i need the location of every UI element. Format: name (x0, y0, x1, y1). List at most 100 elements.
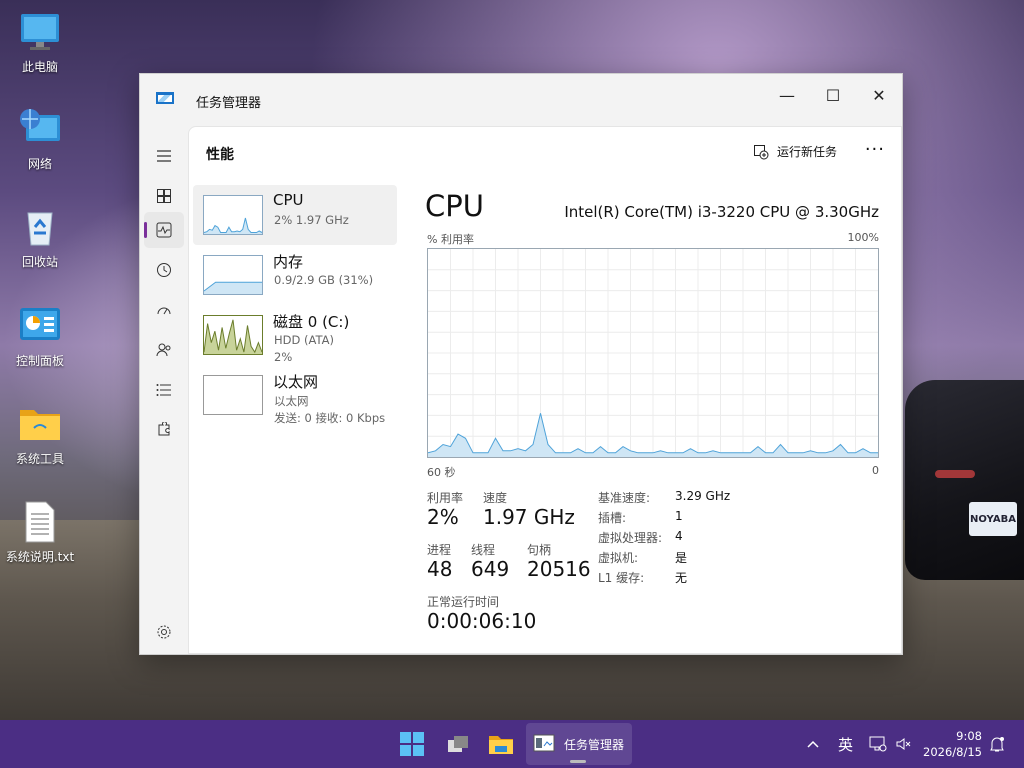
file-explorer-button[interactable] (487, 730, 515, 758)
virtual-processors-label: 虚拟处理器: (598, 531, 663, 545)
processes-value: 48 (427, 557, 453, 581)
chevron-up-icon (807, 740, 819, 748)
resource-name: CPU (273, 191, 304, 209)
performance-page: 性能 运行新任务 ··· CPU 2% 1.97 GHz 内存 0.9/2.9 … (188, 126, 902, 654)
clock-time: 9:08 (956, 729, 982, 743)
cpu-thumb-line (203, 217, 263, 233)
graph-y-label: % 利用率 (427, 233, 474, 246)
monitor-icon (18, 10, 62, 54)
gear-icon (157, 625, 171, 639)
taskbar-app-task-manager[interactable]: 任务管理器 (526, 723, 632, 765)
task-manager-app-icon (156, 92, 174, 104)
hamburger-menu-button[interactable] (144, 138, 184, 174)
recycle-bin-icon (18, 205, 62, 249)
resource-item-ethernet[interactable]: 以太网 以太网 发送: 0 接收: 0 Kbps (193, 365, 397, 425)
uptime-value: 0:00:06:10 (427, 609, 537, 633)
task-view-button[interactable] (444, 730, 472, 758)
folder-icon (18, 402, 62, 446)
page-title: 性能 (206, 147, 234, 163)
virtual-machine-label: 虚拟机: (598, 551, 639, 565)
resource-subtext-2: 发送: 0 接收: 0 Kbps (274, 411, 386, 425)
virtual-processors-value: 4 (675, 529, 683, 543)
nav-settings[interactable] (144, 614, 184, 650)
speed-value: 1.97 GHz (483, 505, 575, 529)
speaker-muted-icon (896, 738, 911, 750)
resource-name: 以太网 (273, 373, 319, 391)
processes-label: 进程 (427, 543, 452, 557)
task-manager-window: 任务管理器 — ☐ ✕ 性能 运行新任务 ··· CPU 2% 1.97 GHz… (139, 73, 903, 655)
desktop-icon-label: 网络 (27, 157, 52, 171)
desktop-icon-network[interactable]: 网络 (0, 107, 80, 172)
virtual-machine-value: 是 (675, 551, 688, 565)
resource-item-cpu[interactable]: CPU 2% 1.97 GHz (193, 185, 397, 245)
network-wired-icon (869, 736, 887, 752)
nav-performance[interactable] (144, 212, 184, 248)
minimize-button[interactable]: — (764, 80, 810, 110)
run-new-task-label: 运行新任务 (776, 145, 837, 159)
hamburger-icon (157, 150, 171, 162)
nav-processes[interactable] (144, 178, 184, 214)
windows-logo-tile (413, 732, 424, 743)
title-bar[interactable]: 任务管理器 — ☐ ✕ (140, 74, 902, 126)
graph-x-right-label: 0 (872, 464, 879, 477)
nav-details[interactable] (144, 372, 184, 408)
desktop-icon-control-panel[interactable]: 控制面板 (0, 304, 80, 369)
ethernet-thumbnail-graph (203, 375, 263, 415)
desktop-icon-recycle-bin[interactable]: 回收站 (0, 205, 80, 270)
desktop-icon-label: 此电脑 (21, 60, 58, 74)
cpu-detail-panel: CPU Intel(R) Core(TM) i3-3220 CPU @ 3.30… (425, 185, 879, 653)
cpu-utilization-graph (427, 248, 879, 458)
services-puzzle-icon (158, 422, 170, 436)
run-task-icon (753, 144, 769, 159)
detail-title: CPU (425, 189, 484, 223)
control-panel-icon (18, 304, 62, 348)
resource-subtext-2: 2% (274, 350, 293, 364)
volume-button[interactable] (895, 720, 911, 768)
windows-logo-tile (400, 745, 411, 756)
desktop-icon-system-tools[interactable]: 系统工具 (0, 402, 80, 467)
task-view-icon (448, 736, 468, 752)
notification-center-button[interactable] (988, 720, 1006, 768)
graph-y-max: 100% (847, 231, 879, 244)
resource-subtext: 2% 1.97 GHz (274, 213, 349, 227)
disk-thumbnail-graph (203, 315, 263, 355)
resource-item-memory[interactable]: 内存 0.9/2.9 GB (31%) (193, 245, 397, 305)
nav-users[interactable] (144, 332, 184, 368)
resource-subtext: 以太网 (274, 394, 309, 408)
more-options-button[interactable]: ··· (865, 139, 885, 160)
desktop-icon-this-pc[interactable]: 此电脑 (0, 10, 80, 75)
desktop-icon-label: 系统工具 (15, 452, 64, 466)
resource-name: 内存 (273, 253, 304, 271)
start-button[interactable] (400, 732, 424, 756)
threads-value: 649 (471, 557, 510, 581)
taskbar: 任务管理器 英 9:08 2026/8/15 (0, 720, 1024, 768)
nav-services[interactable] (144, 412, 184, 448)
running-indicator (570, 760, 586, 763)
desktop-icon-readme-txt[interactable]: 系统说明.txt (0, 500, 80, 565)
startup-gauge-icon (157, 307, 171, 315)
nav-startup-apps[interactable] (144, 292, 184, 328)
nav-app-history[interactable] (144, 252, 184, 288)
text-file-icon (18, 500, 62, 544)
show-hidden-icons-button[interactable] (806, 720, 820, 768)
car-taillight (935, 470, 975, 478)
resource-subtext: HDD (ATA) (274, 333, 334, 347)
ime-indicator[interactable]: 英 (838, 720, 853, 768)
cpu-thumbnail-graph (203, 195, 263, 235)
network-globe-icon (18, 107, 62, 151)
close-button[interactable]: ✕ (856, 80, 902, 110)
history-clock-icon (157, 263, 171, 277)
sockets-label: 插槽: (598, 511, 627, 525)
resource-item-disk[interactable]: 磁盘 0 (C:) HDD (ATA) 2% (193, 305, 397, 365)
cpu-model-name: Intel(R) Core(TM) i3-3220 CPU @ 3.30GHz (564, 203, 879, 221)
utilization-label: 利用率 (427, 491, 464, 505)
desktop-icon-label: 回收站 (21, 255, 58, 269)
run-new-task-button[interactable]: 运行新任务 (753, 143, 837, 160)
speed-label: 速度 (483, 491, 508, 505)
system-clock[interactable]: 9:08 2026/8/15 (923, 728, 982, 760)
network-status-button[interactable] (869, 720, 887, 768)
handles-value: 20516 (527, 557, 591, 581)
users-icon (156, 343, 171, 357)
maximize-button[interactable]: ☐ (810, 80, 856, 110)
uptime-label: 正常运行时间 (427, 595, 500, 609)
